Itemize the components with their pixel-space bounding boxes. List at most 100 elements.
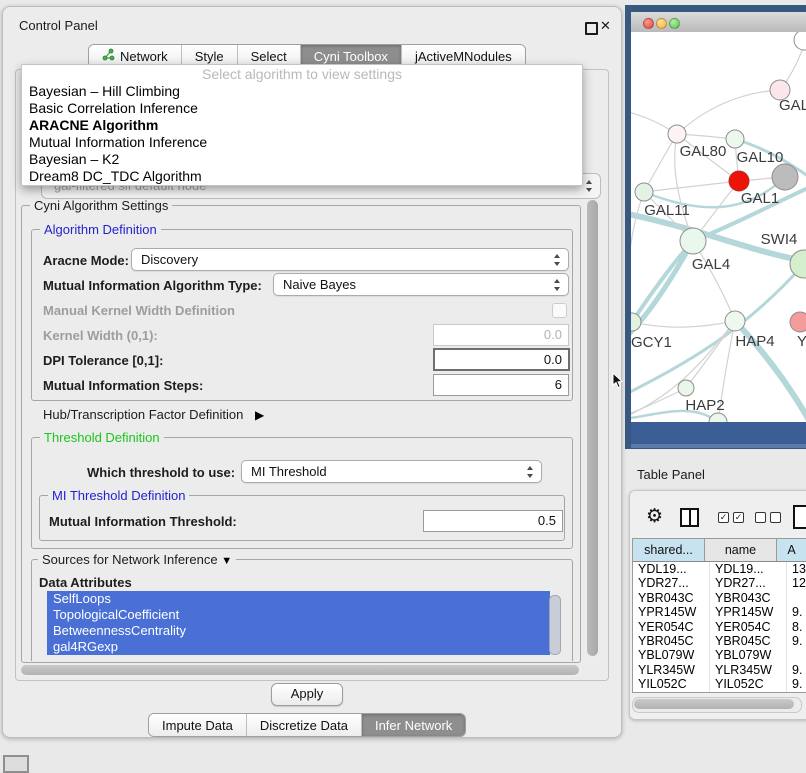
kernel-width-field[interactable]: 0.0 xyxy=(433,324,569,346)
menu-item-bayesian-hill-climbing[interactable]: Bayesian – Hill Climbing xyxy=(22,83,582,100)
network-node[interactable] xyxy=(726,130,744,148)
column-header-partial[interactable]: A xyxy=(777,539,806,561)
table-row[interactable]: YDR27... YDR27... 12 xyxy=(633,576,806,590)
menu-item-dream8[interactable]: Dream8 DC_TDC Algorithm xyxy=(22,168,582,185)
network-node[interactable] xyxy=(790,312,806,332)
list-item[interactable]: BetweennessCentrality xyxy=(47,623,550,639)
network-node[interactable] xyxy=(635,183,653,201)
which-threshold-value: MI Threshold xyxy=(251,464,327,479)
column-header-shared-name[interactable]: shared... xyxy=(633,539,705,561)
manual-kernel-width-label: Manual Kernel Width Definition xyxy=(43,303,235,318)
cell: YLR345W xyxy=(710,663,787,677)
node-label: GAL4 xyxy=(692,256,730,273)
tab-infer-network[interactable]: Infer Network xyxy=(361,714,465,736)
list-item[interactable]: TopologicalCoefficient xyxy=(47,607,550,623)
close-traffic-light-icon[interactable] xyxy=(643,18,654,29)
list-item[interactable]: SelfLoops xyxy=(47,591,550,607)
network-node[interactable] xyxy=(794,32,806,50)
mouse-cursor xyxy=(612,373,624,394)
tab-select-label: Select xyxy=(251,49,287,64)
apply-button[interactable]: Apply xyxy=(271,683,343,706)
cell: 9. xyxy=(787,663,806,677)
cell: 9. xyxy=(787,677,806,691)
tab-discretize-data[interactable]: Discretize Data xyxy=(246,714,361,736)
network-node[interactable] xyxy=(709,413,727,422)
close-icon[interactable]: ✕ xyxy=(600,18,611,34)
tab-impute-data[interactable]: Impute Data xyxy=(149,714,246,736)
mi-algorithm-type-combo[interactable]: Naive Bayes xyxy=(273,273,569,296)
aracne-mode-value: Discovery xyxy=(141,252,198,267)
gear-icon[interactable]: ⚙ xyxy=(646,505,663,528)
hub-definition-section[interactable]: Hub/Transcription Factor Definition ▶ xyxy=(43,407,264,422)
table-row[interactable]: YDL19... YDL19... 13 xyxy=(633,562,806,576)
network-node-selected[interactable] xyxy=(729,171,749,191)
aracne-mode-combo[interactable]: Discovery xyxy=(131,248,569,271)
network-node[interactable] xyxy=(790,250,806,278)
network-node[interactable] xyxy=(725,311,745,331)
menu-item-bayesian-k2[interactable]: Bayesian – K2 xyxy=(22,151,582,168)
table-row[interactable]: YLR345W YLR345W 9. xyxy=(633,663,806,677)
control-panel-window: Control Panel ✕ Network Style Select Cyn… xyxy=(2,6,622,738)
settings-vscroll-thumb[interactable] xyxy=(587,200,598,656)
network-node[interactable] xyxy=(678,380,694,396)
cell xyxy=(787,591,806,605)
node-label: HAP2 xyxy=(685,397,724,414)
which-threshold-combo[interactable]: MI Threshold xyxy=(241,460,542,483)
cell: YBL079W xyxy=(710,648,787,662)
cell: YPR145W xyxy=(633,605,710,619)
table-row[interactable]: YBL079W YBL079W xyxy=(633,648,806,662)
node-label: SWI4 xyxy=(761,231,798,248)
cell: 13 xyxy=(787,562,806,576)
cell: YDR27... xyxy=(633,576,710,590)
table-row[interactable]: YIL052C YIL052C 9. xyxy=(633,677,806,691)
network-canvas[interactable]: GAL GAL80 GAL10 GAL1 GAL11 SWI4 GAL4 GCY… xyxy=(631,32,806,422)
minimized-panel-icon[interactable] xyxy=(3,755,29,773)
table-row[interactable]: YPR145W YPR145W 9. xyxy=(633,605,806,619)
dpi-tolerance-field[interactable]: 0.0 xyxy=(433,348,570,371)
kernel-width-label: Kernel Width (0,1): xyxy=(43,328,158,343)
zoom-traffic-light-icon[interactable] xyxy=(669,18,680,29)
table-row[interactable]: YBR045C YBR045C 9. xyxy=(633,634,806,648)
list-item[interactable]: gal4RGexp xyxy=(47,639,550,655)
cell: 12 xyxy=(787,576,806,590)
algorithm-definition-title: Algorithm Definition xyxy=(40,222,161,237)
tab-discretize-data-label: Discretize Data xyxy=(260,718,348,733)
menu-item-basic-correlation[interactable]: Basic Correlation Inference xyxy=(22,100,582,117)
table-row[interactable]: YBR043C YBR043C xyxy=(633,591,806,605)
network-node[interactable] xyxy=(772,164,798,190)
node-label: GAL xyxy=(779,97,806,114)
table-hscroll-thumb[interactable] xyxy=(634,699,794,709)
expanded-arrow-icon[interactable]: ▼ xyxy=(221,555,232,567)
node-attribute-table: shared... name A YDL19... YDL19... 13 YD… xyxy=(632,538,806,693)
document-icon[interactable] xyxy=(793,505,806,529)
select-all-checks-icon[interactable]: ✓✓ xyxy=(718,512,744,523)
collapsed-arrow-icon[interactable]: ▶ xyxy=(255,408,264,422)
deselect-all-checks-icon[interactable] xyxy=(755,512,781,523)
menu-item-aracne[interactable]: ARACNE Algorithm xyxy=(22,117,582,134)
mi-threshold-field[interactable]: 0.5 xyxy=(423,510,563,532)
menu-item-mutual-information[interactable]: Mutual Information Inference xyxy=(22,134,582,151)
cyni-algorithm-settings-title: Cyni Algorithm Settings xyxy=(30,198,172,213)
cell: YBL079W xyxy=(633,648,710,662)
network-window-titlebar[interactable] xyxy=(631,12,806,33)
list-scrollbar-thumb[interactable] xyxy=(549,595,561,655)
data-attributes-list[interactable]: SelfLoops TopologicalCoefficient Between… xyxy=(47,591,561,656)
column-layout-icon[interactable] xyxy=(680,508,699,527)
node-label: Y xyxy=(797,333,806,350)
algorithm-dropdown-popup: Select algorithm to view settings Bayesi… xyxy=(21,64,583,186)
cell: YDL19... xyxy=(710,562,787,576)
mi-steps-label: Mutual Information Steps: xyxy=(43,378,203,393)
float-panel-icon[interactable] xyxy=(585,22,598,35)
cell: YBR045C xyxy=(710,634,787,648)
manual-kernel-width-checkbox[interactable] xyxy=(552,303,567,318)
minimize-traffic-light-icon[interactable] xyxy=(656,18,667,29)
tab-impute-data-label: Impute Data xyxy=(162,718,233,733)
network-node[interactable] xyxy=(631,313,641,331)
table-row[interactable]: YER054C YER054C 8. xyxy=(633,620,806,634)
network-node[interactable] xyxy=(680,228,706,254)
mi-steps-field[interactable]: 6 xyxy=(433,374,569,396)
network-node[interactable] xyxy=(668,125,686,143)
threshold-definition-title: Threshold Definition xyxy=(40,430,164,445)
column-header-name[interactable]: name xyxy=(705,539,777,561)
settings-hscroll-thumb[interactable] xyxy=(21,665,579,675)
